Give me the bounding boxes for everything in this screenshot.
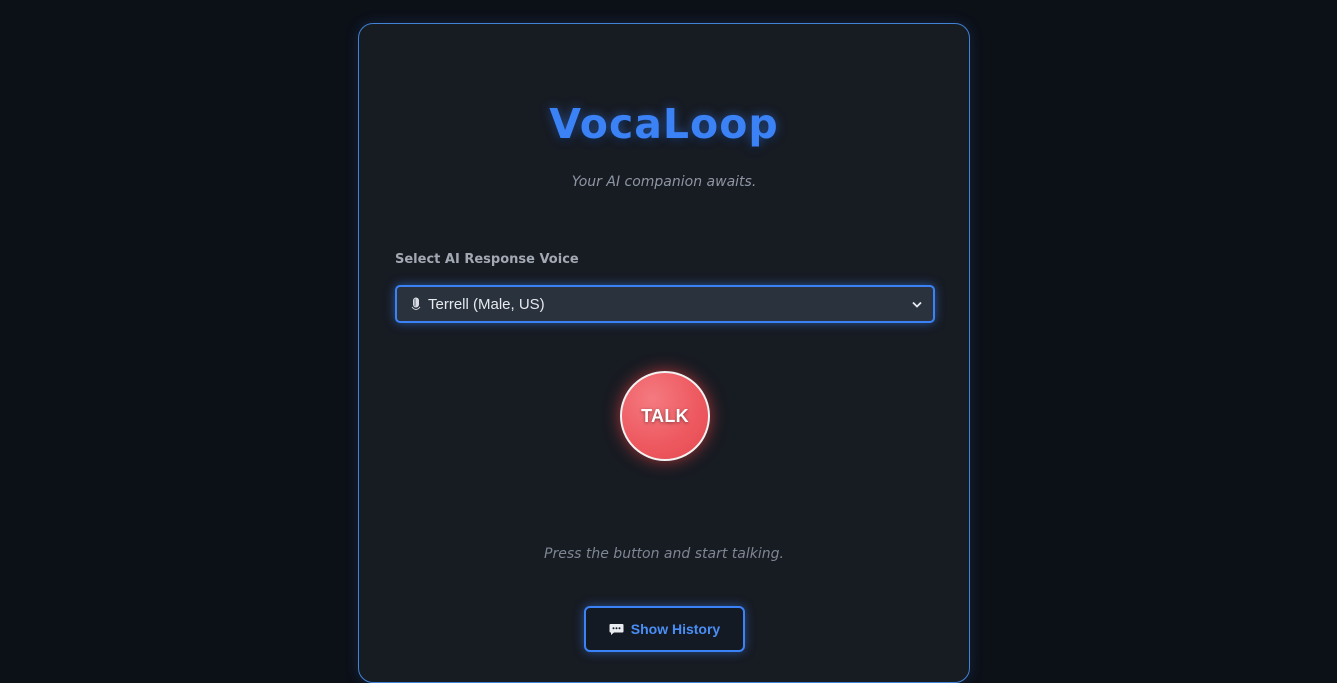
- voice-select-value: Terrell (Male, US): [428, 295, 545, 313]
- talk-button[interactable]: TALK: [620, 371, 710, 461]
- chat-bubble-icon: [609, 623, 624, 636]
- voice-select-label: Select AI Response Voice: [395, 252, 579, 267]
- show-history-button[interactable]: Show History: [584, 606, 745, 652]
- app-subtitle: Your AI companion awaits.: [571, 174, 757, 190]
- main-card: VocaLoop Your AI companion awaits. Selec…: [358, 23, 970, 683]
- app-title: VocaLoop: [549, 100, 779, 148]
- chevron-down-icon: [911, 298, 923, 310]
- microphone-icon: [409, 296, 423, 312]
- status-text: Press the button and start talking.: [544, 546, 784, 562]
- show-history-label: Show History: [630, 621, 721, 637]
- voice-select[interactable]: Terrell (Male, US): [395, 285, 935, 323]
- talk-button-label: TALK: [641, 405, 689, 426]
